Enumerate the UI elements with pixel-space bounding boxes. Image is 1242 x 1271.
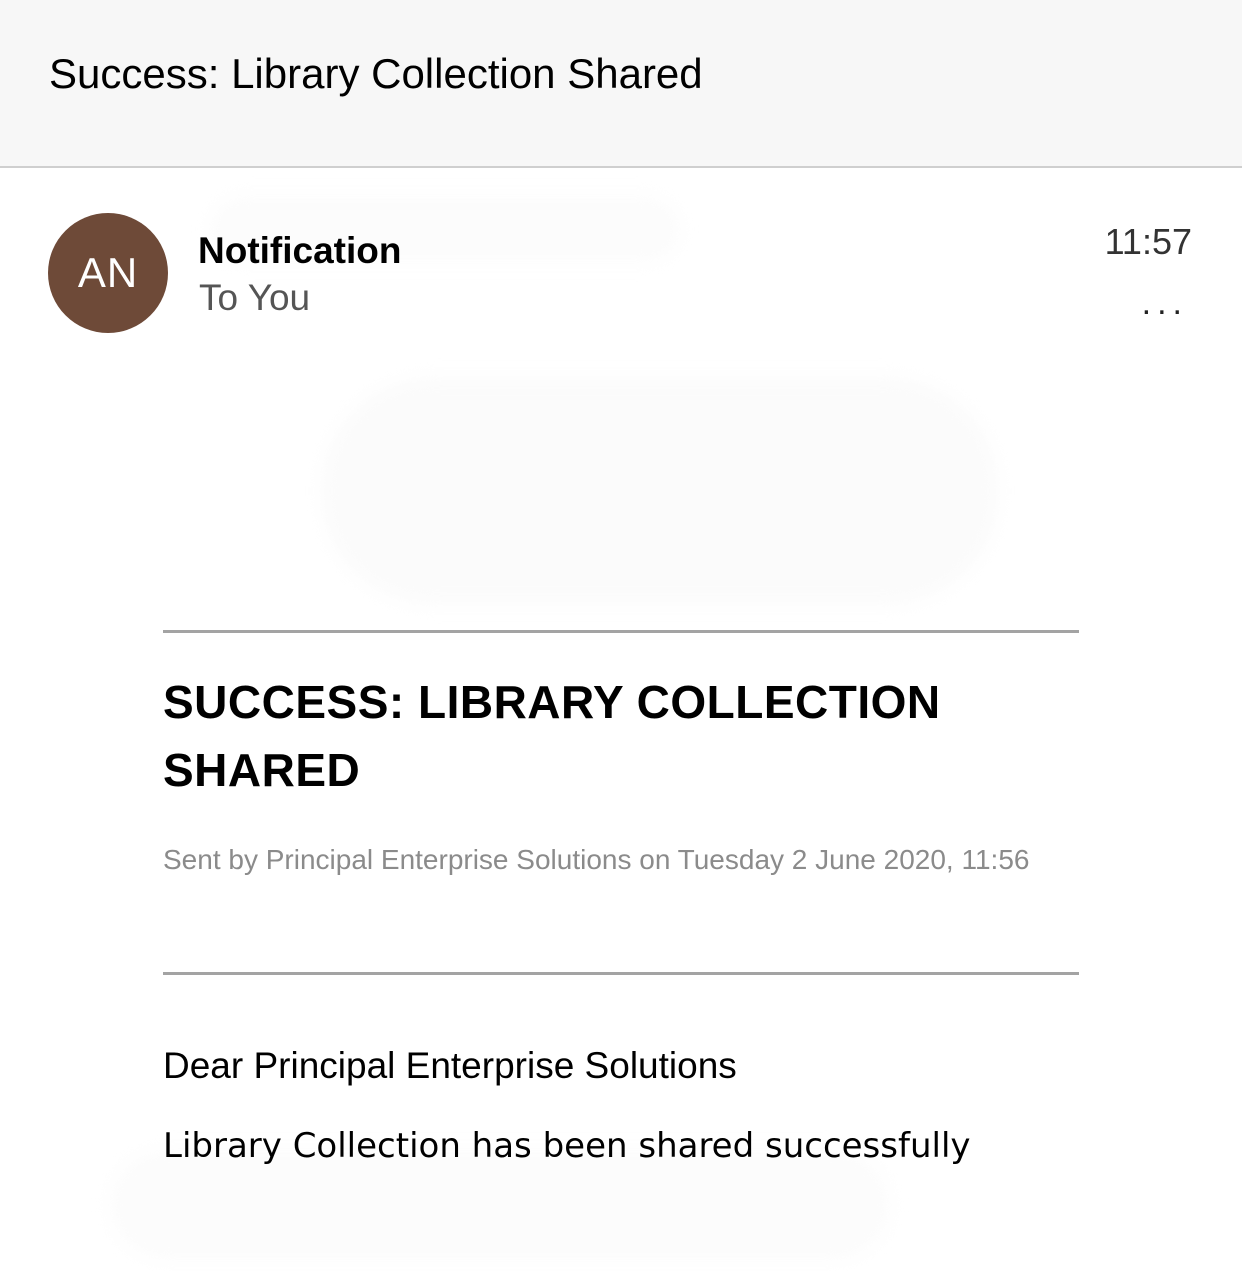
email-header: Success: Library Collection Shared bbox=[0, 0, 1242, 168]
email-subject: Success: Library Collection Shared bbox=[49, 50, 703, 97]
email-greeting: Dear Principal Enterprise Solutions bbox=[163, 1045, 737, 1086]
email-title: SUCCESS: LIBRARY COLLECTION SHARED bbox=[163, 676, 941, 796]
email-message: Library Collection has been shared succe… bbox=[163, 1126, 971, 1166]
received-time: 11:57 bbox=[1104, 221, 1192, 262]
email-view: Success: Library Collection Shared AN No… bbox=[0, 0, 1242, 1271]
divider-top bbox=[163, 630, 1079, 633]
sender-name[interactable]: Notification bbox=[198, 228, 401, 274]
avatar-initials: AN bbox=[77, 249, 139, 296]
divider-bottom bbox=[163, 972, 1079, 975]
redacted-logo-area bbox=[322, 378, 998, 604]
sender-avatar[interactable]: AN bbox=[48, 213, 168, 333]
sent-by-line: Sent by Principal Enterprise Solutions o… bbox=[163, 844, 1030, 875]
recipient-line[interactable]: To You bbox=[199, 275, 310, 321]
ellipsis-icon[interactable]: ... bbox=[1142, 286, 1188, 320]
